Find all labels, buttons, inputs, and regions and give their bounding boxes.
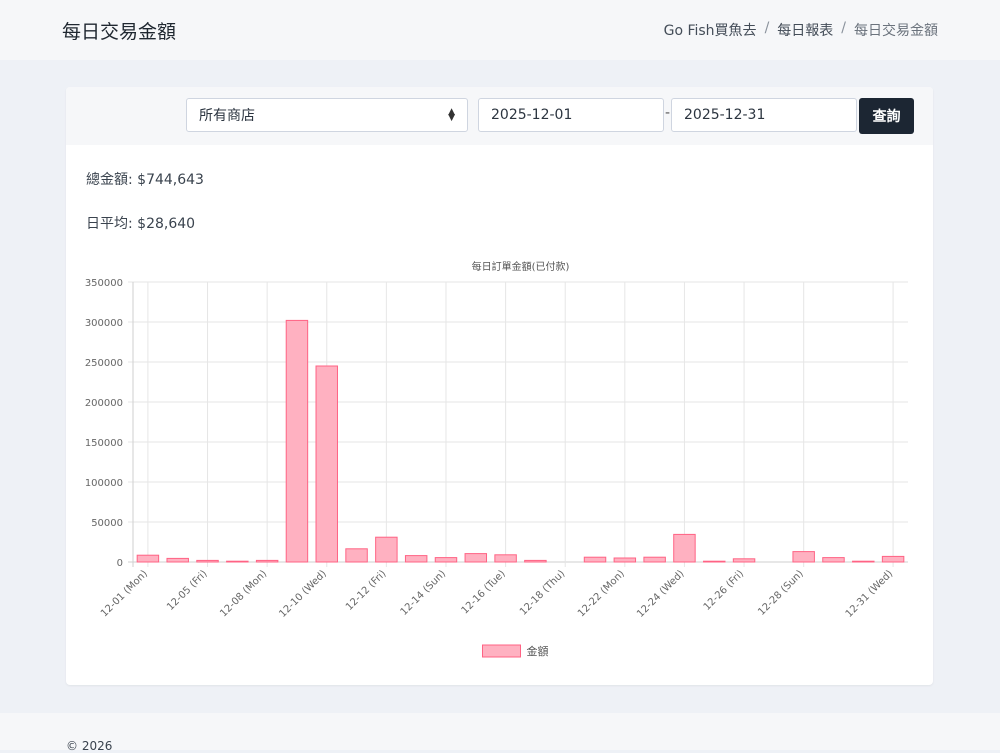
breadcrumb-separator: / bbox=[841, 20, 846, 36]
y-tick-label: 150000 bbox=[85, 438, 123, 449]
bar bbox=[852, 560, 875, 563]
bar bbox=[881, 555, 905, 563]
x-tick-label: 12-01 (Mon) bbox=[99, 568, 150, 619]
bar bbox=[464, 553, 488, 563]
bar bbox=[375, 536, 398, 563]
x-tick-label: 12-26 (Fri) bbox=[702, 568, 747, 613]
legend-swatch bbox=[482, 644, 521, 658]
bar bbox=[703, 560, 726, 563]
bar bbox=[285, 319, 309, 563]
footer: © 2026 bbox=[0, 713, 1000, 753]
chart-title: 每日訂單金額(已付款) bbox=[472, 260, 570, 273]
bar bbox=[673, 533, 696, 563]
bar bbox=[822, 557, 845, 563]
bar bbox=[494, 554, 517, 563]
x-tick-label: 12-14 (Sun) bbox=[399, 568, 449, 618]
bar bbox=[583, 556, 607, 563]
x-tick-label: 12-31 (Wed) bbox=[844, 568, 896, 620]
bar bbox=[315, 365, 338, 563]
y-tick-label: 250000 bbox=[85, 358, 123, 369]
y-tick-label: 200000 bbox=[85, 398, 123, 409]
x-tick-label: 12-24 (Wed) bbox=[635, 568, 687, 620]
bar bbox=[524, 559, 547, 563]
bar bbox=[404, 555, 428, 563]
bar bbox=[166, 557, 189, 563]
bar bbox=[613, 557, 637, 563]
breadcrumb-separator: / bbox=[764, 20, 770, 36]
bar bbox=[136, 554, 160, 563]
breadcrumb-item-current: 每日交易金額 bbox=[854, 23, 938, 39]
daily-amount-chart: 每日訂單金額(已付款) 0 50000 100000 150000 200000 25000… bbox=[85, 260, 908, 658]
x-tick-label: 12-10 (Wed) bbox=[277, 568, 329, 620]
bar bbox=[345, 548, 368, 563]
bar bbox=[226, 560, 249, 563]
bar bbox=[255, 559, 279, 563]
bar bbox=[643, 556, 666, 563]
page-title: 每日交易金額 bbox=[62, 20, 177, 43]
x-tick-label: 12-05 (Fri) bbox=[165, 568, 210, 613]
y-tick-label: 0 bbox=[117, 558, 123, 569]
bar bbox=[792, 551, 815, 563]
x-tick-label: 12-08 (Mon) bbox=[218, 568, 269, 619]
y-tick-label: 50000 bbox=[91, 518, 123, 529]
bar bbox=[196, 559, 219, 563]
x-tick-label: 12-18 (Thu) bbox=[518, 568, 567, 617]
bar bbox=[434, 557, 458, 563]
y-tick-label: 350000 bbox=[85, 278, 123, 289]
x-tick-label: 12-28 (Sun) bbox=[756, 568, 806, 618]
top-bar: 每日交易金額 Go Fish買魚去 / 每日報表 / 每日交易金額 bbox=[0, 0, 1000, 60]
report-card: 所有商店 ▲ ▼ 2025-12-01 - 2025-12-31 查詢 總金額: … bbox=[66, 87, 933, 685]
x-tick-label: 12-16 (Tue) bbox=[460, 568, 508, 616]
breadcrumb: Go Fish買魚去 / 每日報表 / 每日交易金額 bbox=[664, 20, 938, 40]
breadcrumb-item-daily-report[interactable]: 每日報表 bbox=[777, 20, 833, 40]
x-tick-label: 12-12 (Fri) bbox=[344, 568, 389, 613]
y-tick-label: 300000 bbox=[85, 318, 123, 329]
bar bbox=[732, 558, 756, 563]
legend-label: 金額 bbox=[527, 644, 549, 658]
breadcrumb-item-store[interactable]: Go Fish買魚去 bbox=[664, 20, 757, 40]
copyright: © 2026 bbox=[66, 739, 113, 753]
x-tick-label: 12-22 (Mon) bbox=[576, 568, 627, 619]
y-tick-label: 100000 bbox=[85, 478, 123, 489]
